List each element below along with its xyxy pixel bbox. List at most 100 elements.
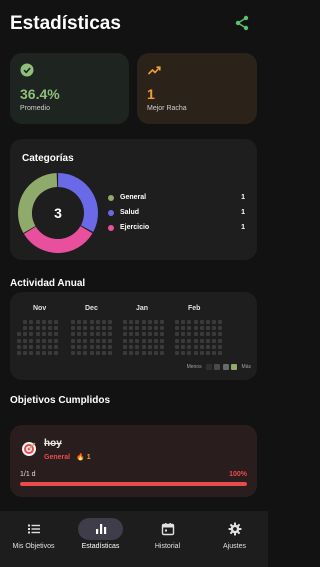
month-label: Nov	[33, 305, 47, 312]
heatmap-cell	[17, 332, 21, 337]
heatmap-cell	[123, 326, 127, 331]
bar-chart-icon	[96, 524, 107, 534]
heatmap-cell	[89, 344, 94, 349]
legend-item-general: General 1	[108, 193, 245, 208]
heatmap-cell	[135, 326, 140, 331]
heatmap-cell	[71, 338, 75, 343]
heatmap-cell	[54, 351, 59, 355]
heatmap-cell	[41, 332, 46, 337]
heatmap-cell	[181, 351, 186, 355]
heatmap-cell	[17, 351, 21, 355]
heatmap-cell	[129, 344, 134, 349]
heatmap-cell	[181, 332, 186, 337]
heatmap-cell	[77, 332, 82, 337]
heatmap-cell	[29, 338, 34, 343]
nav-item-historial[interactable]: Historial	[134, 511, 201, 567]
heatmap-cell	[218, 338, 223, 343]
heatmap-cell	[187, 338, 192, 343]
heatmap-cell	[129, 332, 134, 337]
legend-item-salud: Salud 1	[108, 208, 245, 223]
heatmap-cell	[23, 332, 28, 337]
heatmap-cell	[129, 351, 134, 355]
legend-count: 1	[241, 209, 245, 216]
heatmap-cell	[147, 344, 152, 349]
heatmap-cell	[206, 326, 210, 331]
heatmap-cell	[95, 326, 100, 331]
heatmap-cell	[108, 344, 113, 349]
heatmap-cell	[175, 320, 179, 324]
heatmap-cell	[175, 338, 179, 343]
heatmap-cell	[154, 320, 158, 324]
heatmap-cell	[147, 320, 152, 324]
heatmap-cell	[141, 351, 146, 355]
average-stat-card: 36.4% Promedio	[10, 53, 129, 124]
heatmap-cell	[23, 320, 28, 324]
heatmap-cell	[95, 320, 100, 324]
heatmap-cell	[71, 326, 75, 331]
legend-level-box	[205, 364, 212, 370]
heatmap-cell	[17, 338, 21, 343]
goals-completed-title: Objetivos Cumplidos	[10, 395, 111, 406]
heatmap-cell	[199, 338, 204, 343]
nav-label: Mis Objetivos	[12, 543, 55, 550]
heatmap-cell	[54, 326, 59, 331]
heatmap-cell	[206, 320, 210, 324]
heatmap-cell	[123, 332, 127, 337]
heatmap-cell	[206, 332, 210, 337]
heatmap-cell	[160, 332, 165, 337]
list-icon	[28, 524, 40, 534]
heatmap-cell	[181, 338, 186, 343]
goal-card[interactable]: hoy General 🔥 1 1/1 d 100%	[10, 425, 257, 497]
heatmap-cell	[160, 326, 165, 331]
trending-up-icon	[147, 66, 161, 75]
heatmap-cell	[135, 344, 140, 349]
heatmap-cell	[218, 320, 223, 324]
heatmap-cell	[135, 320, 140, 324]
heatmap-cell	[212, 332, 217, 337]
heatmap-cell	[29, 351, 34, 355]
heatmap-cell	[54, 344, 59, 349]
heatmap-cell	[89, 326, 94, 331]
legend-item-ejercicio: Ejercicio 1	[108, 223, 245, 238]
goal-meta: General 🔥 1	[44, 453, 91, 461]
heatmap-cell	[35, 338, 40, 343]
heatmap-cell	[175, 351, 179, 355]
heatmap-cell	[41, 344, 46, 349]
heatmap-cell	[41, 351, 46, 355]
heatmap-cell	[123, 338, 127, 343]
page-title: Estadísticas	[10, 13, 121, 34]
heatmap-cell	[199, 332, 204, 337]
heatmap-cell	[154, 338, 158, 343]
nav-item-ajustes[interactable]: Ajustes	[201, 511, 268, 567]
heatmap-cell	[71, 320, 75, 324]
legend-less-label: Menos	[186, 364, 202, 370]
average-value: 36.4%	[20, 86, 60, 102]
heatmap-cell	[41, 338, 46, 343]
heatmap-cell	[77, 351, 82, 355]
heatmap-cell	[175, 326, 179, 331]
categories-total: 3	[54, 205, 62, 221]
share-icon[interactable]	[234, 15, 250, 31]
heatmap-cell	[23, 326, 28, 331]
nav-item-estadisticas[interactable]: Estadísticas	[67, 511, 134, 567]
best-streak-label: Mejor Racha	[147, 105, 187, 112]
nav-item-mis-objetivos[interactable]: Mis Objetivos	[0, 511, 67, 567]
heatmap-cell	[175, 344, 179, 349]
categories-card: Categorías 3 General 1 Salud 1 Ejercicio…	[10, 139, 257, 260]
best-streak-value: 1	[147, 86, 155, 102]
heatmap-cell	[108, 351, 113, 355]
heatmap-cell	[77, 338, 82, 343]
heatmap-cell	[193, 326, 198, 331]
heatmap-cell	[89, 351, 94, 355]
legend-dot	[108, 210, 114, 216]
heatmap-cell	[147, 326, 152, 331]
heatmap-cell	[187, 326, 192, 331]
heatmap-cell	[71, 332, 75, 337]
heatmap-cell	[160, 320, 165, 324]
heatmap-cell	[181, 320, 186, 324]
heatmap-cell	[95, 332, 100, 337]
goal-progress-label: 1/1 d	[20, 471, 36, 478]
legend-level-box	[231, 364, 238, 370]
heatmap-cell	[35, 320, 40, 324]
heatmap-cell	[147, 351, 152, 355]
